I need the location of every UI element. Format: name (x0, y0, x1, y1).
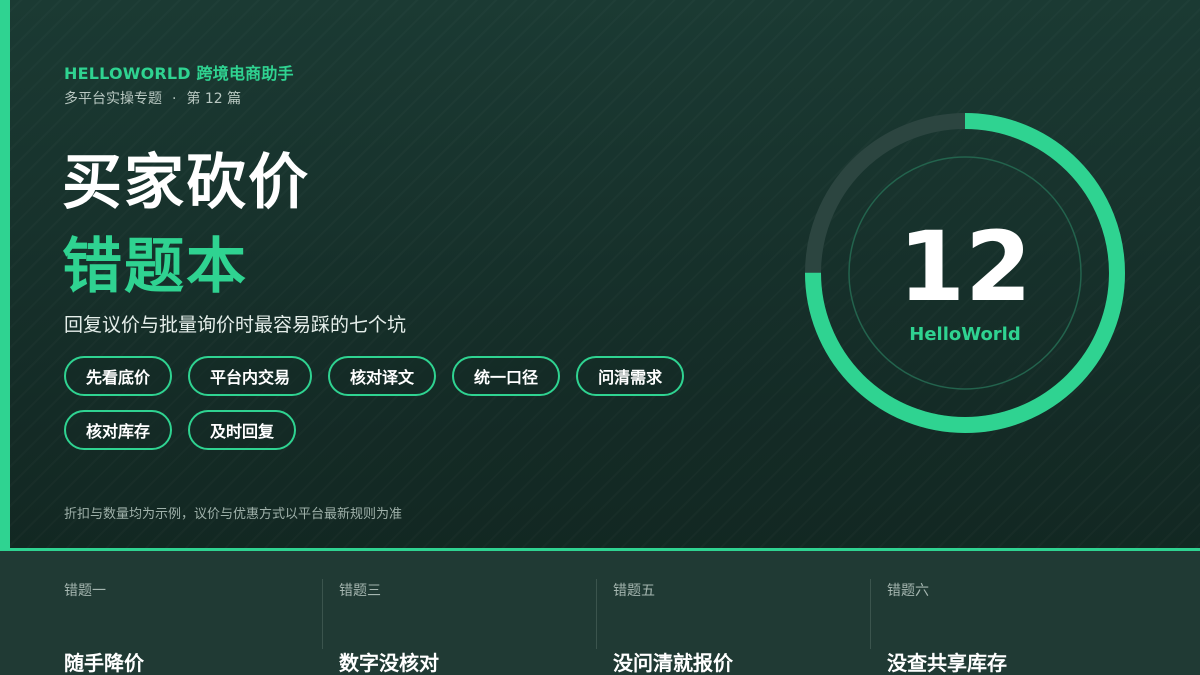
mistake-label: 错题六 (887, 583, 929, 599)
subtitle-description: 回复议价与批量询价时最容易踩的七个坑 (64, 314, 407, 336)
accent-bar (0, 0, 10, 548)
separator-dot: · (172, 91, 177, 107)
mistake-label: 错题一 (64, 583, 106, 599)
mistake-label: 错题五 (613, 583, 655, 599)
mistake-item: 错题六 没查共享库存 (870, 579, 1151, 675)
ring-number: 12 (898, 211, 1032, 323)
brand-title: HELLOWORLD 跨境电商助手 (64, 64, 294, 83)
mistake-value: 没查共享库存 (887, 651, 1007, 675)
cover-page: HELLOWORLD 跨境电商助手 多平台实操专题 · 第 12 篇 买家砍价 错题… (0, 0, 1200, 675)
main-title-line1: 买家砍价 (62, 148, 310, 218)
tag-pill: 问清需求 (576, 356, 685, 396)
mistake-value: 没问清就报价 (613, 651, 733, 675)
tag-pill: 核对库存 (64, 410, 173, 450)
tag-pill: 核对译文 (328, 356, 437, 396)
tag-pill: 平台内交易 (188, 356, 313, 396)
series-name: 多平台实操专题 (64, 91, 162, 107)
issue-number: 第 12 篇 (186, 91, 242, 107)
mistake-item: 错题三 数字没核对 (322, 579, 583, 675)
tag-pill: 统一口径 (452, 356, 561, 396)
ring-label: HelloWorld (909, 324, 1021, 345)
disclaimer-note: 折扣与数量均为示例，议价与优惠方式以平台最新规则为准 (64, 507, 403, 522)
series-line: 多平台实操专题 · 第 12 篇 (64, 88, 241, 108)
mistake-value: 随手降价 (64, 651, 144, 675)
main-title-line2: 错题本 (62, 232, 248, 302)
tag-list: 先看底价 平台内交易 核对译文 统一口径 问清需求 核对库存 及时回复 (64, 356, 704, 450)
tag-pill: 先看底价 (64, 356, 173, 396)
tag-pill: 及时回复 (188, 410, 297, 450)
mistake-item: 错题一 随手降价 (64, 579, 304, 675)
mistake-value: 数字没核对 (339, 651, 439, 675)
mistakes-band: 错题一 随手降价 错题三 数字没核对 错题五 没问清就报价 错题六 没查共享库存 (0, 551, 1200, 675)
mistake-item: 错题五 没问清就报价 (596, 579, 857, 675)
mistake-label: 错题三 (339, 583, 381, 599)
